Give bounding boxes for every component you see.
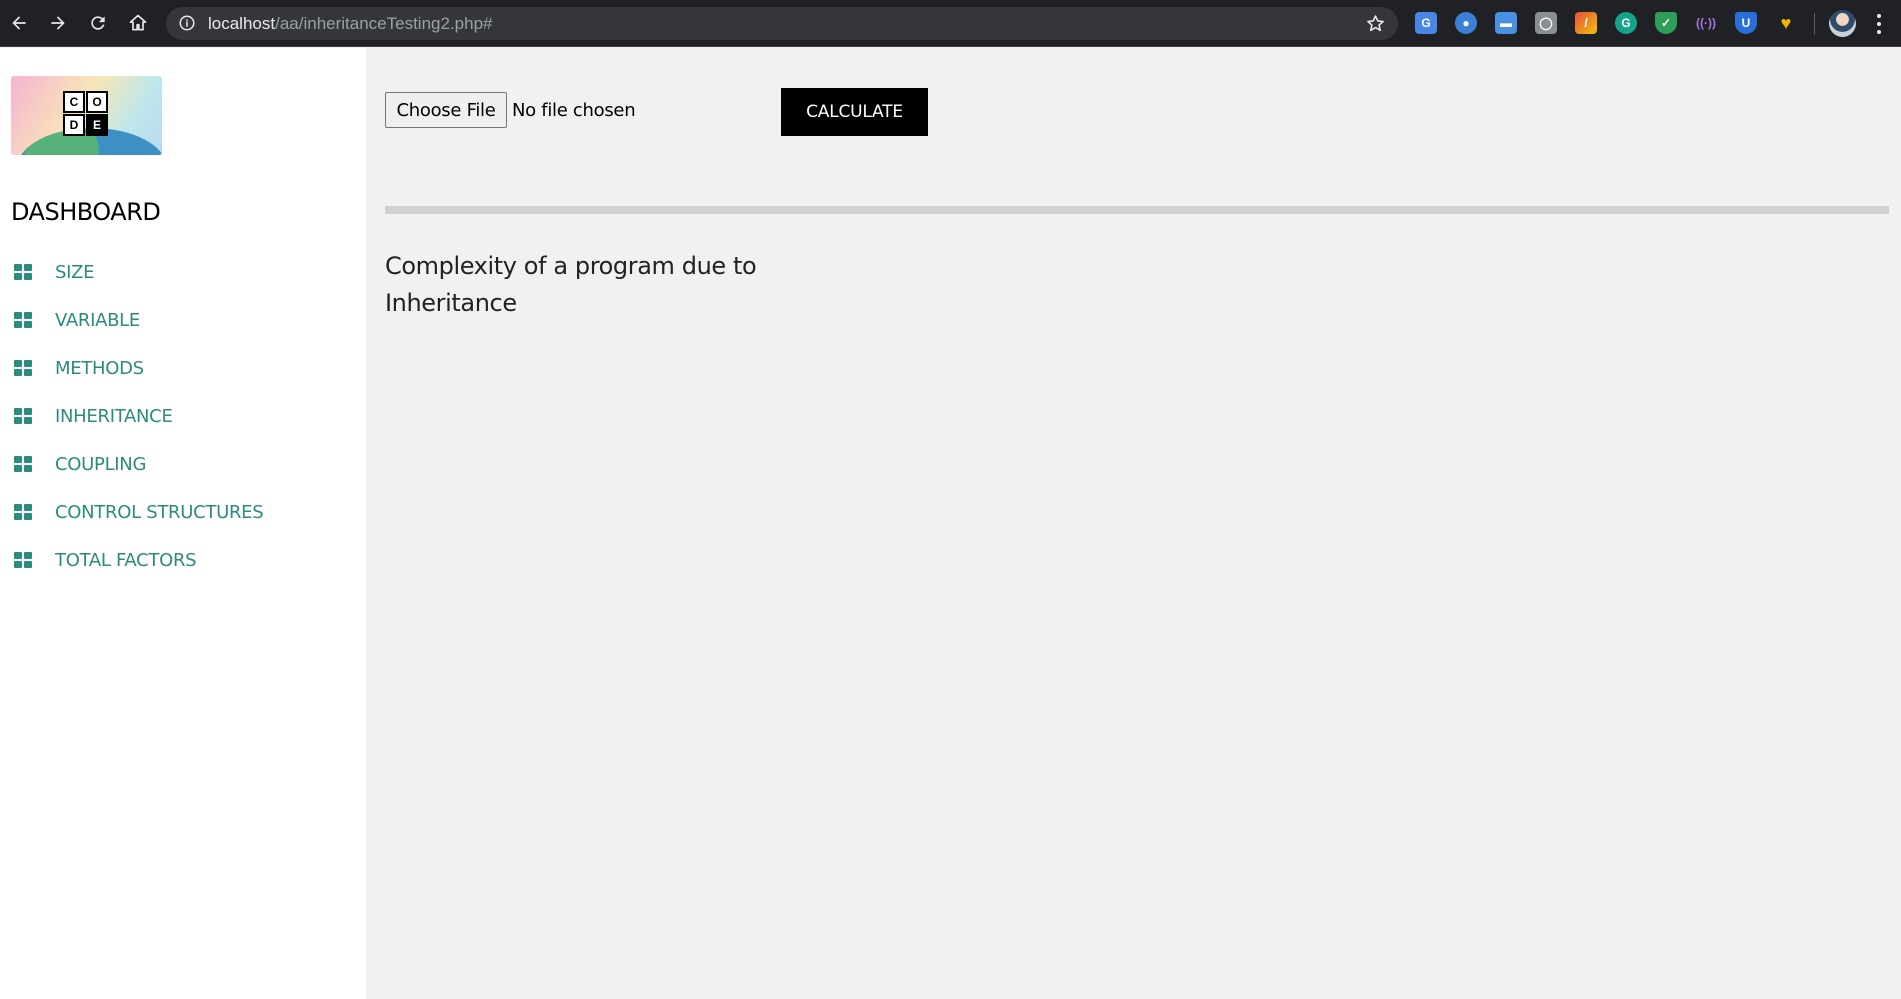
info-icon[interactable] — [178, 14, 196, 32]
heading-line: Complexity of a program due to — [385, 252, 757, 280]
forward-arrow-icon — [51, 16, 65, 30]
grammarly-icon[interactable]: G — [1615, 12, 1637, 34]
pen-icon[interactable]: / — [1575, 12, 1597, 34]
bookmark-star-icon[interactable] — [1365, 13, 1386, 34]
sidebar-item-variable[interactable]: VARIABLE — [0, 296, 366, 344]
logo-letter: D — [63, 114, 85, 136]
bitwarden-icon[interactable]: U — [1735, 12, 1757, 34]
logo-letter-grid: C O D E — [63, 91, 108, 136]
section-divider — [385, 206, 1889, 214]
window-icon[interactable]: ▬ — [1495, 12, 1517, 34]
logo-letter: O — [86, 91, 108, 113]
back-arrow-icon — [12, 16, 26, 30]
forward-button[interactable] — [45, 10, 71, 36]
sidebar-item-methods[interactable]: METHODS — [0, 344, 366, 392]
sidebar-menu: SIZE VARIABLE METHODS INHERITANCE COUPLI… — [0, 248, 366, 584]
grid-icon — [14, 504, 32, 520]
shield-icon[interactable]: ✓ — [1655, 12, 1677, 34]
sidebar-item-size[interactable]: SIZE — [0, 248, 366, 296]
file-status-text: No file chosen — [512, 100, 636, 121]
sidebar-item-label: COUPLING — [55, 453, 147, 475]
sidebar-item-label: INHERITANCE — [55, 405, 173, 427]
grid-icon — [14, 456, 32, 472]
url-text: localhost/aa/inheritanceTesting2.php# — [208, 14, 493, 34]
reload-button[interactable] — [85, 10, 111, 36]
sidebar: C O D E DASHBOARD SIZE VARIABLE METHODS … — [0, 48, 366, 999]
sidebar-item-label: TOTAL FACTORS — [55, 549, 197, 571]
camera-icon[interactable]: ● — [1455, 12, 1477, 34]
url-host: localhost — [208, 14, 276, 33]
url-path: /aa/inheritanceTesting2.php# — [275, 14, 493, 33]
sidebar-item-control-structures[interactable]: CONTROL STRUCTURES — [0, 488, 366, 536]
logo-letter: C — [63, 91, 85, 113]
sidebar-item-inheritance[interactable]: INHERITANCE — [0, 392, 366, 440]
sidebar-item-coupling[interactable]: COUPLING — [0, 440, 366, 488]
heart-icon[interactable]: ♥ — [1775, 12, 1797, 34]
code-logo[interactable]: C O D E — [11, 76, 162, 155]
choose-file-button[interactable]: Choose File — [385, 92, 507, 128]
grid-icon — [14, 264, 32, 280]
heading-line: Inheritance — [385, 289, 517, 317]
sidebar-item-total-factors[interactable]: TOTAL FACTORS — [0, 536, 366, 584]
address-bar[interactable]: localhost/aa/inheritanceTesting2.php# — [166, 7, 1398, 40]
grid-icon — [14, 552, 32, 568]
sidebar-item-label: METHODS — [55, 357, 144, 379]
wave-icon[interactable]: ((·)) — [1695, 12, 1717, 34]
toolbar-divider — [1814, 13, 1815, 34]
profile-avatar[interactable] — [1829, 10, 1856, 37]
calculate-button[interactable]: CALCULATE — [781, 88, 928, 136]
result-heading: Complexity of a program due to Inheritan… — [385, 248, 805, 322]
home-button[interactable] — [125, 10, 151, 36]
translate-icon[interactable]: G — [1415, 12, 1437, 34]
logo-letter: E — [86, 114, 108, 136]
more-menu-icon[interactable] — [1876, 13, 1882, 35]
grid-icon — [14, 408, 32, 424]
bulb-icon[interactable]: ◯ — [1535, 12, 1557, 34]
sidebar-item-label: CONTROL STRUCTURES — [55, 501, 264, 523]
main-content: Choose File No file chosen CALCULATE Com… — [366, 48, 1901, 999]
sidebar-item-label: SIZE — [55, 261, 95, 283]
browser-toolbar: localhost/aa/inheritanceTesting2.php# G … — [0, 0, 1901, 47]
back-button[interactable] — [6, 10, 32, 36]
grid-icon — [14, 360, 32, 376]
grid-icon — [14, 312, 32, 328]
home-icon — [129, 14, 147, 31]
dashboard-title: DASHBOARD — [11, 198, 161, 226]
sidebar-item-label: VARIABLE — [55, 309, 140, 331]
reload-icon — [91, 16, 105, 30]
